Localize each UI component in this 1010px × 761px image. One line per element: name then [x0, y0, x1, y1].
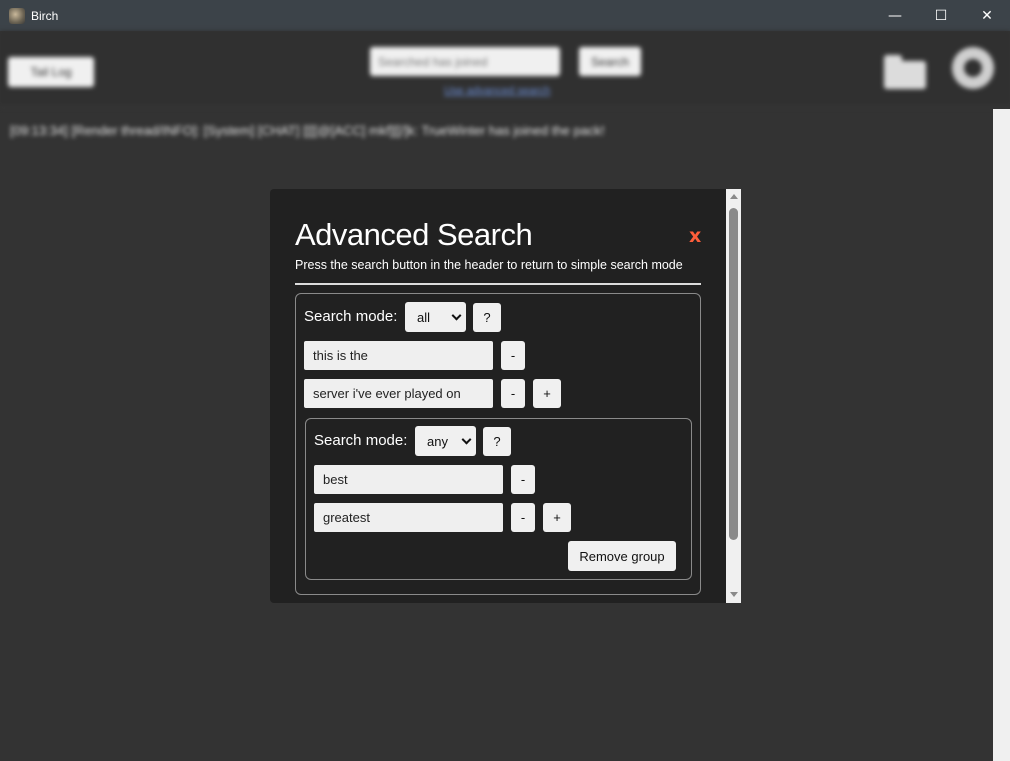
modal-title: Advanced Search: [295, 217, 533, 252]
search-mode-help-button[interactable]: ?: [483, 427, 511, 456]
search-button[interactable]: Search: [579, 47, 641, 76]
search-mode-help-button[interactable]: ?: [473, 303, 501, 332]
scroll-down-arrow-icon[interactable]: [730, 592, 738, 597]
chevron-down-icon: [451, 310, 462, 321]
search-group-outer: Search mode: all ? this is the - server …: [295, 293, 701, 595]
search-group-inner: Search mode: any ? best - greatest - + R…: [305, 418, 692, 580]
gear-icon[interactable]: [952, 47, 994, 89]
window-controls: — ☐ ✕: [872, 0, 1010, 31]
search-input[interactable]: Searched has joined: [370, 47, 560, 76]
search-mode-value: any: [427, 433, 448, 449]
advanced-search-link[interactable]: Use advanced search: [444, 85, 550, 97]
chevron-down-icon: [461, 434, 472, 445]
remove-term-button[interactable]: -: [511, 503, 535, 532]
search-term-input[interactable]: server i've ever played on: [304, 379, 493, 408]
minimize-button[interactable]: —: [872, 0, 918, 31]
add-term-button[interactable]: +: [543, 503, 571, 532]
tail-log-button[interactable]: Tail Log: [8, 57, 94, 87]
advanced-search-modal: Advanced Search x Press the search butto…: [270, 189, 741, 603]
search-mode-label: Search mode:: [314, 432, 408, 449]
log-scrollbar[interactable]: [993, 109, 1010, 761]
remove-term-button[interactable]: -: [511, 465, 535, 494]
search-mode-select[interactable]: all: [405, 302, 466, 332]
remove-term-button[interactable]: -: [501, 341, 525, 370]
folder-icon[interactable]: [884, 55, 926, 89]
close-window-button[interactable]: ✕: [964, 0, 1010, 31]
maximize-button[interactable]: ☐: [918, 0, 964, 31]
window-titlebar: Birch — ☐ ✕: [0, 0, 1010, 31]
log-line: [09:13:34] [Render thread/INFO]: [System…: [10, 123, 605, 138]
modal-subtitle: Press the search button in the header to…: [295, 258, 683, 272]
remove-term-button[interactable]: -: [501, 379, 525, 408]
scroll-up-arrow-icon[interactable]: [730, 194, 738, 199]
window-title: Birch: [31, 8, 59, 23]
search-term-input[interactable]: this is the: [304, 341, 493, 370]
search-term-input[interactable]: best: [314, 465, 503, 494]
app-logo-icon: [9, 7, 25, 24]
search-mode-value: all: [417, 309, 431, 325]
scrollbar-thumb[interactable]: [729, 208, 738, 540]
close-modal-button[interactable]: x: [689, 225, 701, 247]
modal-divider: [295, 283, 701, 285]
search-mode-label: Search mode:: [304, 308, 398, 325]
add-term-button[interactable]: +: [533, 379, 561, 408]
remove-group-button[interactable]: Remove group: [568, 541, 676, 571]
modal-scrollbar[interactable]: [726, 189, 741, 603]
search-term-input[interactable]: greatest: [314, 503, 503, 532]
search-mode-select[interactable]: any: [415, 426, 476, 456]
app-header: Tail Log Searched has joined Search Use …: [0, 31, 1010, 107]
